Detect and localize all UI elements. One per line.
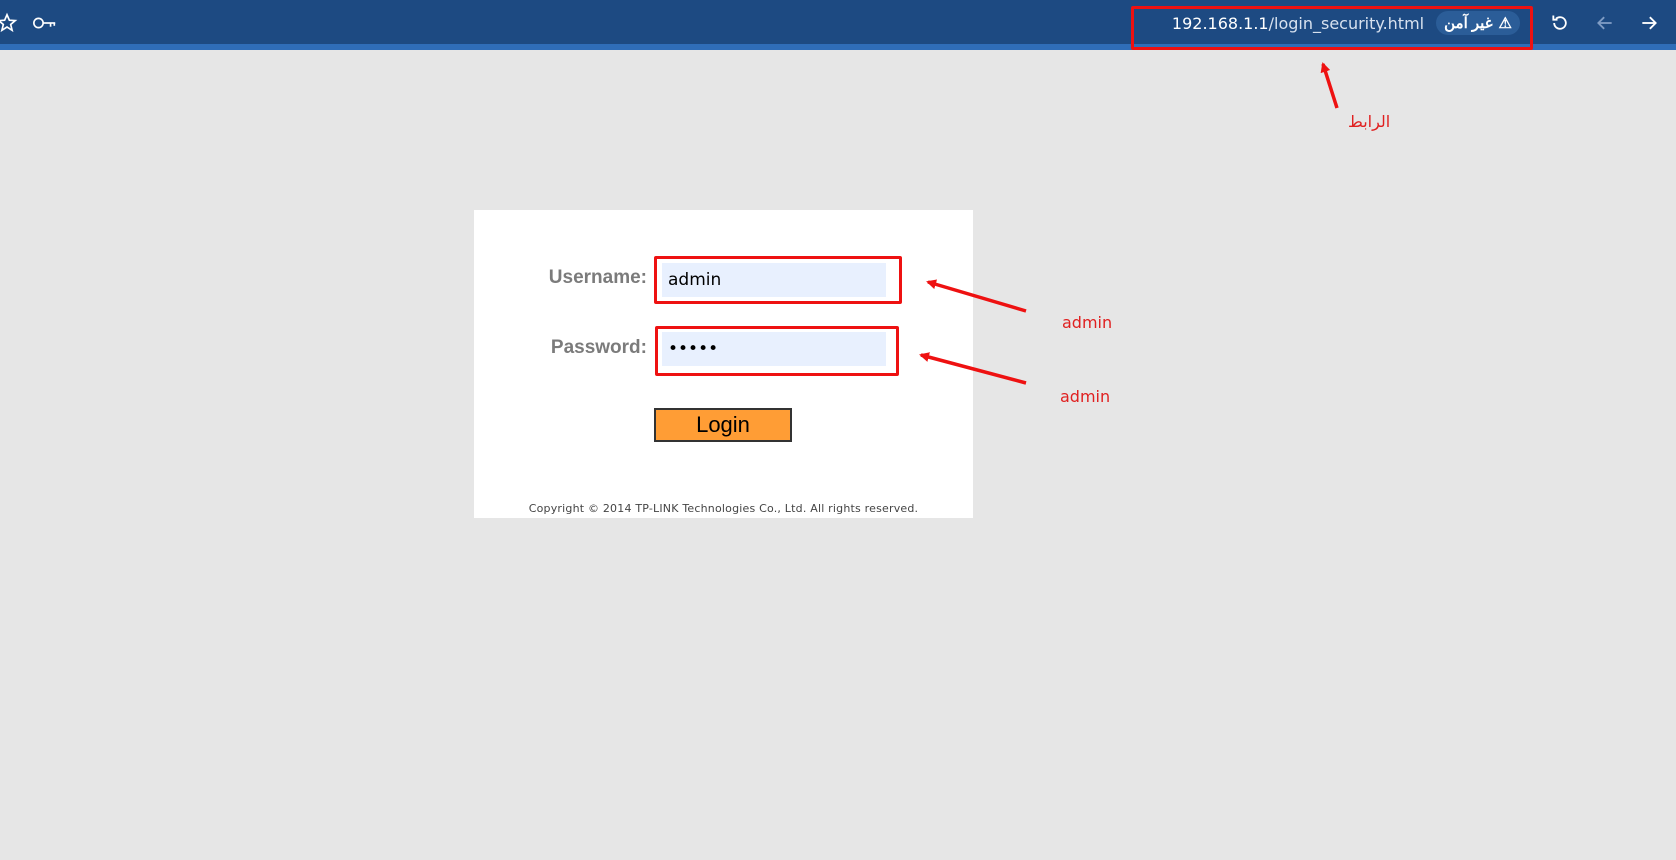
password-label: Password: [550, 337, 647, 358]
copyright-text: Copyright © 2014 TP-LINK Technologies Co… [528, 502, 919, 515]
password-annotation: admin [1060, 387, 1111, 406]
username-label: Username: [548, 267, 647, 288]
arrow-to-url [1320, 62, 1339, 109]
username-annotation: admin [1062, 313, 1113, 332]
key-icon[interactable] [32, 10, 58, 36]
forward-icon[interactable] [1636, 10, 1662, 36]
login-button[interactable]: Login [654, 408, 792, 442]
star-icon[interactable] [0, 10, 20, 36]
link-annotation: الرابط [1348, 112, 1391, 131]
reload-icon[interactable] [1547, 10, 1573, 36]
password-highlight-box [655, 326, 899, 376]
back-icon[interactable] [1592, 10, 1618, 36]
username-highlight-box [654, 256, 902, 304]
url-highlight-box [1131, 6, 1533, 50]
